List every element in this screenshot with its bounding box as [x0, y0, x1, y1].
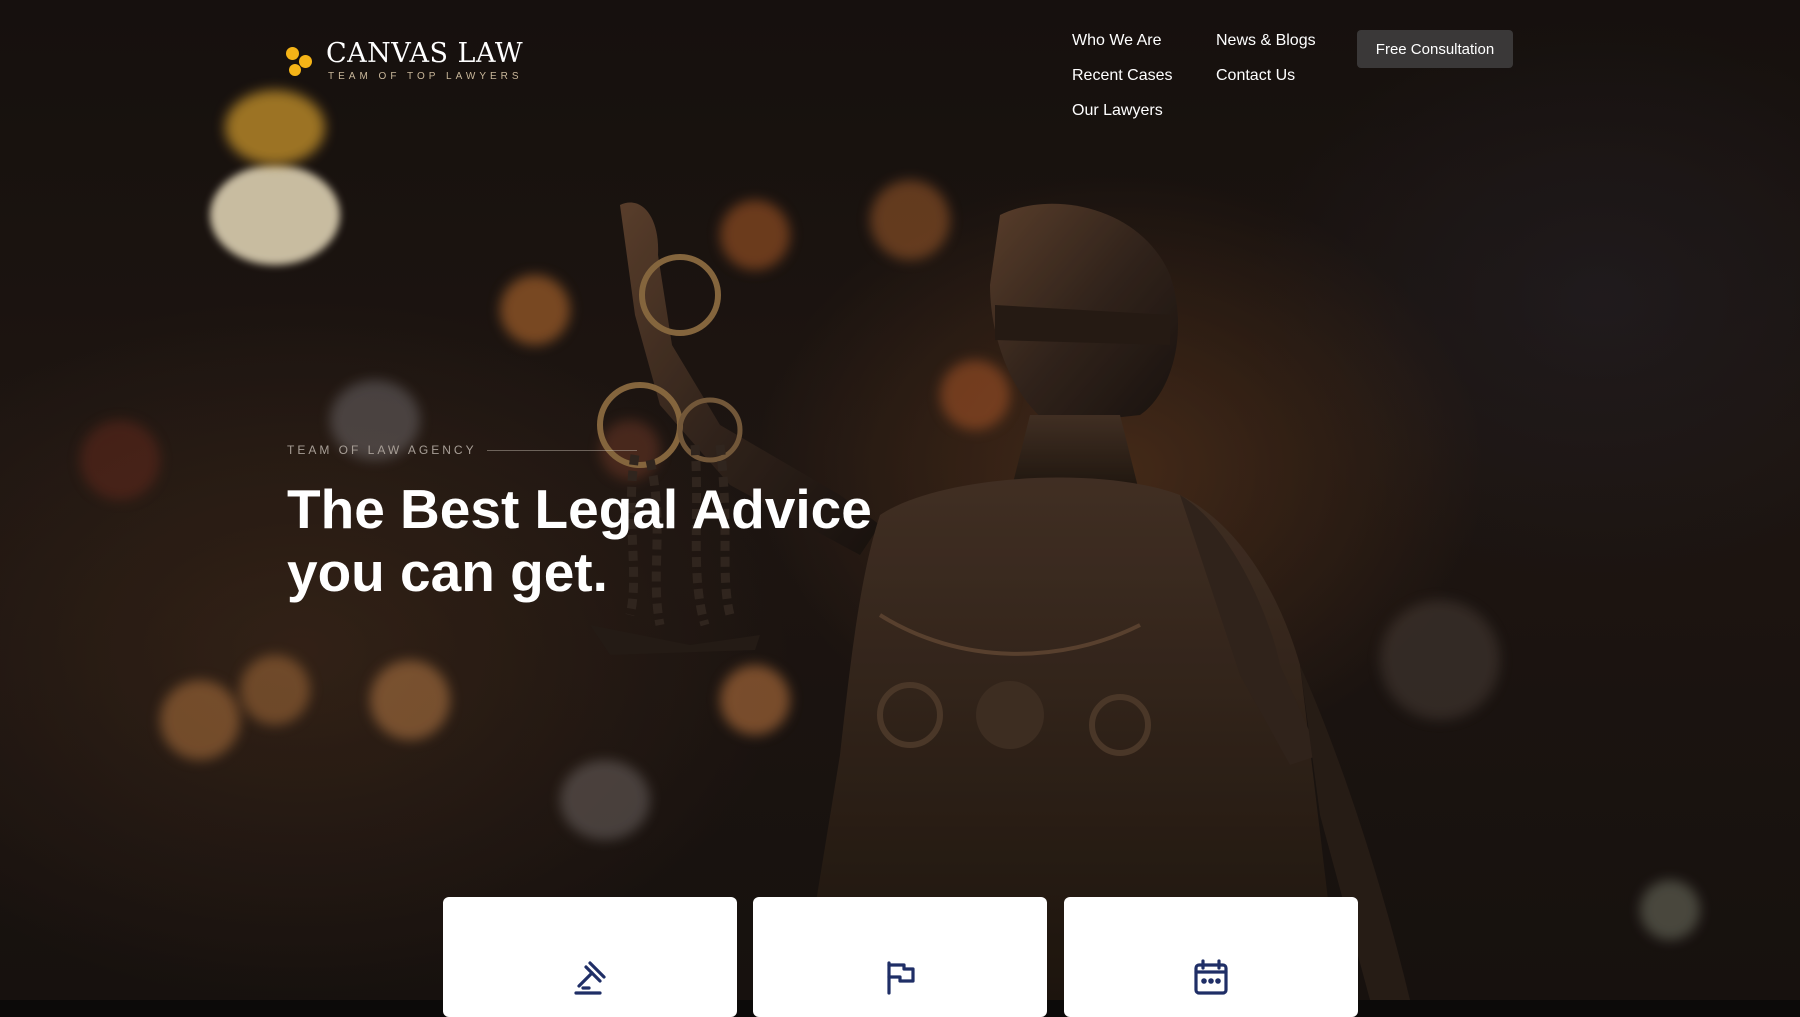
nav-recent-cases[interactable]: Recent Cases — [1072, 63, 1216, 88]
logo-dots-icon — [286, 43, 316, 79]
hero-headline-line-1: The Best Legal Advice — [287, 478, 872, 540]
brand-name: CANVAS LAW — [326, 38, 524, 69]
feature-card-cases[interactable] — [753, 897, 1047, 1017]
brand-logo[interactable]: CANVAS LAW TEAM OF TOP LAWYERS — [286, 40, 523, 82]
nav-who-we-are[interactable]: Who We Are — [1072, 28, 1216, 53]
calendar-icon — [1194, 959, 1228, 995]
hero-headline-line-2: you can get. — [287, 541, 608, 603]
nav-contact-us[interactable]: Contact Us — [1216, 63, 1356, 88]
eyebrow-text: TEAM OF LAW AGENCY — [287, 443, 477, 457]
free-consultation-button[interactable]: Free Consultation — [1357, 30, 1513, 68]
hero-eyebrow: TEAM OF LAW AGENCY — [287, 443, 637, 457]
feature-card-schedule[interactable] — [1064, 897, 1358, 1017]
nav-our-lawyers[interactable]: Our Lawyers — [1072, 98, 1216, 123]
feature-card-legal[interactable] — [443, 897, 737, 1017]
main-navigation: Who We Are News & Blogs Recent Cases Con… — [1072, 28, 1356, 123]
flag-icon — [887, 961, 915, 995]
hero-headline: The Best Legal Advice you can get. — [287, 478, 987, 604]
eyebrow-divider — [486, 449, 637, 451]
nav-news-blogs[interactable]: News & Blogs — [1216, 28, 1356, 53]
gavel-icon — [574, 961, 606, 995]
brand-tagline: TEAM OF TOP LAWYERS — [328, 71, 523, 82]
